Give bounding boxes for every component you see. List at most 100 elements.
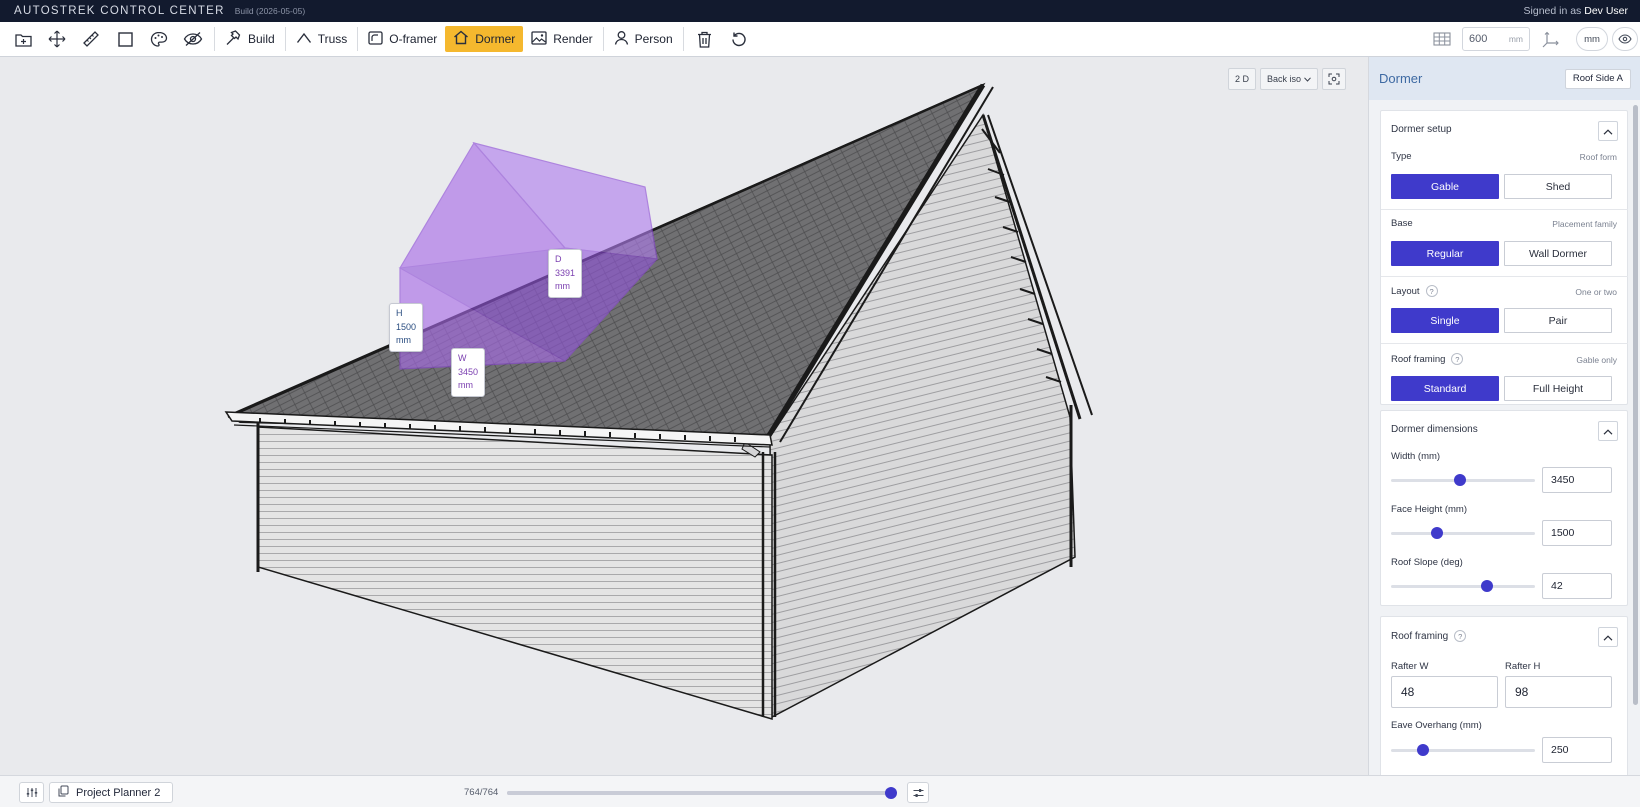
3d-viewport[interactable]: 2 D Back iso H 1500 mm W 3450 mm D 3391 … — [0, 57, 1368, 775]
collapse-setup-button[interactable] — [1598, 121, 1618, 141]
dormer-height-label[interactable]: H 1500 mm — [389, 303, 424, 352]
sliders-icon[interactable] — [19, 782, 44, 803]
roof-slope-input[interactable]: 42 — [1542, 573, 1612, 599]
layout-option-single[interactable]: Single — [1391, 308, 1499, 333]
roof-slope-label: Roof Slope (deg) — [1391, 557, 1463, 568]
signed-in-prefix: Signed in as — [1523, 5, 1582, 17]
base-label: Base — [1391, 218, 1413, 229]
project-selector[interactable]: Project Planner 2 — [49, 782, 174, 803]
axes-icon[interactable] — [1536, 27, 1566, 51]
panel-scrollbar[interactable] — [1633, 105, 1638, 725]
depth-unit: mm — [555, 281, 570, 291]
timeline-slider[interactable] — [507, 787, 897, 799]
base-segmented-control: Regular Wall Dormer — [1391, 241, 1612, 266]
roof-slope-slider-handle[interactable] — [1481, 580, 1494, 592]
dormer-dimensions-card: Dormer dimensions Width (mm) 3450 Face H… — [1380, 410, 1628, 606]
face-height-slider-handle[interactable] — [1431, 527, 1444, 539]
panel-scrollbar-thumb[interactable] — [1633, 105, 1638, 705]
base-label-text: Base — [1391, 218, 1413, 229]
tool-render-button[interactable]: Render — [523, 26, 600, 52]
help-icon[interactable]: ? — [1451, 353, 1464, 365]
grid-size-field[interactable]: 600 mm — [1462, 27, 1530, 51]
tool-truss-label: Truss — [317, 32, 348, 46]
grid-icon[interactable] — [1428, 27, 1456, 51]
grid-size-unit: mm — [1508, 34, 1523, 44]
toolbar-separator — [357, 27, 359, 51]
status-bar: Project Planner 2 764/764 — [0, 775, 1640, 807]
framing-option-standard[interactable]: Standard — [1391, 376, 1499, 401]
front-wall — [256, 422, 777, 721]
face-height-slider-track[interactable] — [1391, 532, 1535, 535]
width-slider-handle[interactable] — [1454, 474, 1467, 486]
units-toggle[interactable]: mm — [1576, 27, 1608, 51]
type-segmented-control: Gable Shed — [1391, 174, 1612, 199]
roof-framing-title: Roof framing ? — [1391, 630, 1467, 642]
timeline-handle[interactable] — [885, 787, 897, 799]
dormer-depth-label[interactable]: D 3391 mm — [548, 249, 583, 298]
delete-icon[interactable] — [690, 26, 720, 52]
rafter-h-input[interactable]: 98 — [1505, 676, 1612, 708]
width-input[interactable]: 3450 — [1542, 467, 1612, 493]
type-option-shed[interactable]: Shed — [1504, 174, 1612, 199]
move-icon[interactable] — [42, 26, 72, 52]
roof-slope-slider-track[interactable] — [1391, 585, 1535, 588]
collapse-roof-framing-button[interactable] — [1598, 627, 1618, 647]
roof-framing-segmented-control: Standard Full Height — [1391, 376, 1612, 401]
undo-icon[interactable] — [724, 26, 754, 52]
collapse-dimensions-button[interactable] — [1598, 421, 1618, 441]
visibility-icon[interactable] — [1612, 27, 1638, 51]
width-value: 3450 — [458, 366, 479, 377]
base-hint: Placement family — [1552, 219, 1617, 229]
height-unit: mm — [396, 335, 411, 345]
eave-overhang-input[interactable]: 250 — [1542, 737, 1612, 763]
chevron-up-icon — [1603, 630, 1613, 644]
eave-slider-track[interactable] — [1391, 749, 1535, 752]
view-preset-select[interactable]: Back iso — [1259, 68, 1318, 90]
palette-icon[interactable] — [144, 26, 174, 52]
layout-hint: One or two — [1575, 287, 1617, 297]
new-file-icon[interactable] — [8, 26, 38, 52]
hide-icon[interactable] — [178, 26, 208, 52]
roof-framing-card: Roof framing ? Rafter W Rafter H 48 98 E… — [1380, 616, 1628, 775]
dormer-dimensions-title: Dormer dimensions — [1391, 424, 1478, 435]
2d-toggle-button[interactable]: 2 D — [1227, 68, 1256, 90]
eave-slider-handle[interactable] — [1416, 744, 1429, 756]
timeline-settings-icon[interactable] — [907, 782, 929, 803]
base-option-wall-dormer[interactable]: Wall Dormer — [1504, 241, 1612, 266]
dormer-width-label[interactable]: W 3450 mm — [451, 348, 486, 397]
brand: AUTOSTREK CONTROL CENTER Build (2026-05-… — [14, 5, 305, 17]
house-model[interactable] — [0, 57, 1368, 775]
layout-segmented-control: Single Pair — [1391, 308, 1612, 333]
toolbar-separator — [284, 27, 286, 51]
focus-camera-icon[interactable] — [1322, 68, 1346, 90]
hammer-icon — [225, 29, 242, 49]
user-name[interactable]: Dev User — [1584, 5, 1628, 17]
tool-oframer-label: O-framer — [389, 32, 438, 46]
tool-dormer-button[interactable]: Dormer — [445, 26, 524, 52]
tool-oframer-button[interactable]: O-framer — [360, 26, 445, 52]
tool-build-button[interactable]: Build — [217, 26, 283, 52]
type-option-gable[interactable]: Gable — [1391, 174, 1499, 199]
tool-truss-button[interactable]: Truss — [288, 26, 356, 52]
ruler-icon[interactable] — [76, 26, 106, 52]
help-icon[interactable]: ? — [1425, 285, 1438, 297]
view-controls: 2 D Back iso — [1227, 68, 1346, 90]
layout-option-pair[interactable]: Pair — [1504, 308, 1612, 333]
layout-label: Layout ? — [1391, 285, 1438, 297]
square-icon[interactable] — [110, 26, 140, 52]
framing-option-full-height[interactable]: Full Height — [1504, 376, 1612, 401]
help-icon[interactable]: ? — [1454, 630, 1467, 642]
frame-icon — [368, 30, 383, 48]
roof-side-button[interactable]: Roof Side A — [1564, 68, 1631, 89]
depth-value: 3391 — [555, 267, 576, 278]
tool-person-label: Person — [634, 32, 673, 46]
tool-build-label: Build — [248, 32, 275, 46]
view-preset-value: Back iso — [1266, 74, 1301, 84]
height-letter: H — [396, 308, 403, 318]
base-option-regular[interactable]: Regular — [1391, 241, 1499, 266]
roof-framing-label-text: Roof framing — [1391, 353, 1446, 365]
face-height-input[interactable]: 1500 — [1542, 520, 1612, 546]
tool-dormer-label: Dormer — [475, 32, 516, 46]
tool-person-button[interactable]: Person — [606, 26, 681, 52]
rafter-w-input[interactable]: 48 — [1391, 676, 1498, 708]
